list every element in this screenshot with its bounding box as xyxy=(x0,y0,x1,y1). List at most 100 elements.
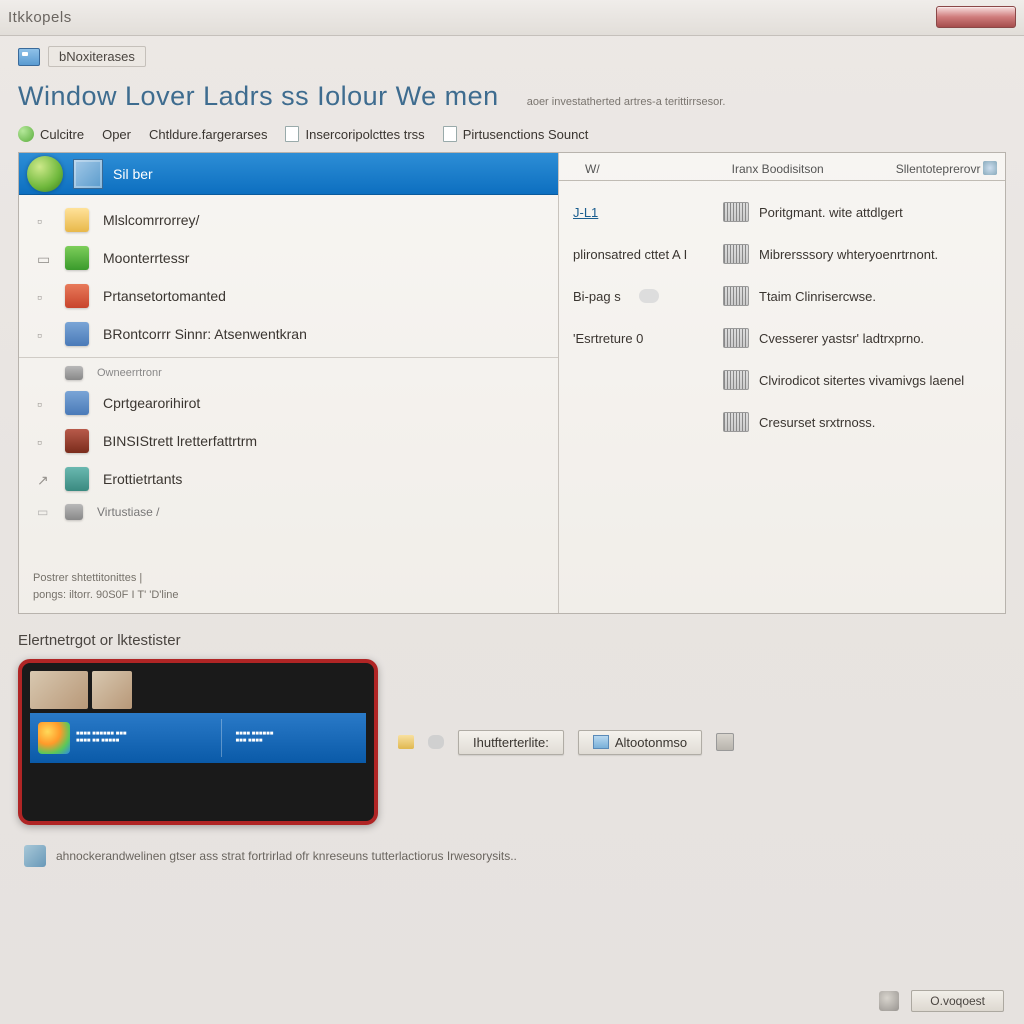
list-item[interactable]: ▫ Mlslcomrrorrey/ xyxy=(19,201,558,239)
toolbar-item-0[interactable]: Culcitre xyxy=(18,126,84,142)
toolbar-item-1[interactable]: Oper xyxy=(102,127,131,142)
link-item[interactable]: Ttaim Clinrisercwse. xyxy=(723,275,991,317)
link-item[interactable]: Cvesserer yastsr' ladtrxprno. xyxy=(723,317,991,359)
item-label: Moonterrtessr xyxy=(103,250,189,266)
list-item[interactable]: Owneerrtronr xyxy=(19,362,558,384)
toolbar-item-4[interactable]: Pirtusenctions Sounct xyxy=(443,126,589,142)
grid-icon xyxy=(723,202,749,222)
bullet-icon: ↗ xyxy=(37,472,51,486)
link-column-left: J-L1 plironsatred cttet A I Bi-pag s 'Es… xyxy=(573,191,723,603)
footer-line: Postrer shtettitonittes | xyxy=(33,570,544,588)
app-green-icon xyxy=(65,246,89,270)
link-item[interactable]: Poritgmant. wite attdlgert xyxy=(723,191,991,233)
link-item[interactable]: Mibrersssory whteryoenrtrnont. xyxy=(723,233,991,275)
gear-icon[interactable] xyxy=(983,161,997,175)
link-label: Poritgmant. wite attdlgert xyxy=(759,205,903,220)
btn-label: Ihutfterterlite: xyxy=(473,735,549,750)
link-label: J-L1 xyxy=(573,205,598,220)
thumb-icon xyxy=(92,671,132,709)
app-teal-icon xyxy=(65,467,89,491)
left-pane: Sil ber ▫Mlslcomrrorrey/ ▭Moonterrtessr … xyxy=(19,153,559,613)
page-title: Window Lover Ladrs ss Iolour We men xyxy=(18,81,499,112)
link-label: plironsatred cttet A I xyxy=(573,247,687,262)
list-item[interactable]: ▭ Moonterrtessr xyxy=(19,239,558,277)
app-icon xyxy=(73,159,103,189)
tab-col2[interactable]: Iranx Boodisitson xyxy=(726,158,830,180)
list-item[interactable]: ▫ BINSIStrett lretterfattrtrm xyxy=(19,422,558,460)
item-list: ▫Mlslcomrrorrey/ ▭Moonterrtessr ▫Prtanse… xyxy=(19,195,558,562)
item-label: BINSIStrett lretterfattrtrm xyxy=(103,433,257,449)
list-item[interactable]: ▫BRontcorrr Sinnr: Atsenwentkran xyxy=(19,315,558,353)
link-column-right: Poritgmant. wite attdlgert Mibrersssory … xyxy=(723,191,991,603)
bullet-icon: ▭ xyxy=(37,251,51,265)
status-text: ahnockerandwelinen gtser ass strat fortr… xyxy=(56,849,517,863)
app-darkred-icon xyxy=(65,429,89,453)
item-label: Prtansetortomanted xyxy=(103,288,226,304)
folder-icon xyxy=(398,735,414,749)
link-label: Mibrersssory whteryoenrtrnont. xyxy=(759,247,938,262)
folder-icon xyxy=(18,48,40,66)
footer-button[interactable]: O.voqoest xyxy=(911,990,1004,1012)
link-item[interactable]: Cresurset srxtrnoss. xyxy=(723,401,991,443)
window-title: Itkkopels xyxy=(8,9,72,26)
app-red-icon xyxy=(65,284,89,308)
breadcrumb-link[interactable]: bNoxiterases xyxy=(48,46,146,67)
app-blue-icon xyxy=(65,391,89,415)
info-icon xyxy=(24,845,46,867)
item-label: Virtustiase / xyxy=(97,505,159,519)
item-label: Mlslcomrrorrey/ xyxy=(103,212,199,228)
preview-thumbnail[interactable]: ■■■■ ■■■■■■ ■■■■■■■ ■■ ■■■■■ ■■■■ ■■■■■■… xyxy=(18,659,378,825)
link-label: Bi-pag s xyxy=(573,289,621,304)
link-label: Clvirodicot sitertes vivamivgs laenel xyxy=(759,373,964,388)
tile-icon xyxy=(593,735,609,749)
thumb-icon xyxy=(30,671,88,709)
globe-icon xyxy=(18,126,34,142)
right-pane: W/ Iranx Boodisitson Sllentoteprerovr J-… xyxy=(559,153,1005,613)
action-button-2[interactable]: Altootonmso xyxy=(578,730,702,755)
preview-row: ■■■■ ■■■■■■ ■■■■■■■ ■■ ■■■■■ ■■■■ ■■■■■■… xyxy=(18,659,1006,825)
link-item[interactable]: J-L1 xyxy=(573,191,723,233)
bullet-icon: ▫ xyxy=(37,434,51,448)
grid-icon xyxy=(723,412,749,432)
toolbar-item-3[interactable]: Insercoripolcttes trss xyxy=(285,126,424,142)
list-item[interactable]: ↗Erottietrtants xyxy=(19,460,558,498)
link-item[interactable]: Clvirodicot sitertes vivamivgs laenel xyxy=(723,359,991,401)
action-buttons: Ihutfterterlite: Altootonmso xyxy=(398,730,734,755)
bullet-icon xyxy=(37,366,51,380)
logo-icon xyxy=(38,722,70,754)
title-row: Window Lover Ladrs ss Iolour We men aoer… xyxy=(18,81,1006,112)
bullet-icon: ▭ xyxy=(37,505,51,519)
bullet-icon: ▫ xyxy=(37,396,51,410)
action-button-1[interactable]: Ihutfterterlite: xyxy=(458,730,564,755)
close-button[interactable] xyxy=(936,6,1016,28)
grid-icon xyxy=(723,244,749,264)
footer-line: pongs: iltorr. 90S0F I T' 'D'line xyxy=(33,587,544,605)
tab-col1[interactable]: W/ xyxy=(579,158,606,180)
bullet-icon: ▫ xyxy=(37,327,51,341)
toolbar-label: Culcitre xyxy=(40,127,84,142)
preview-text: ■■■■ ■■■■■■ ■■■■■■■ ■■ ■■■■■ xyxy=(76,731,207,745)
link-item[interactable]: plironsatred cttet A I xyxy=(573,233,723,275)
toolbar-label: Pirtusenctions Sounct xyxy=(463,127,589,142)
divider xyxy=(221,719,222,757)
toolbar-item-2[interactable]: Chtldure.fargerarses xyxy=(149,127,268,142)
selected-label: Sil ber xyxy=(113,166,153,182)
grid-icon xyxy=(723,370,749,390)
footer-bar: O.voqoest xyxy=(20,990,1004,1012)
toolbar-label: Insercoripolcttes trss xyxy=(305,127,424,142)
bullet-icon: ▫ xyxy=(37,213,51,227)
link-item[interactable]: 'Esrtreture 0 xyxy=(573,317,723,359)
selected-header[interactable]: Sil ber xyxy=(19,153,558,195)
top-section: bNoxiterases Window Lover Ladrs ss Iolou… xyxy=(0,36,1024,152)
list-item[interactable]: ▫Cprtgearorihirot xyxy=(19,384,558,422)
document-icon xyxy=(285,126,299,142)
grid-icon xyxy=(723,328,749,348)
link-item[interactable]: Bi-pag s xyxy=(573,275,723,317)
list-item[interactable]: ▭ Virtustiase / xyxy=(19,498,558,526)
grid-icon xyxy=(723,286,749,306)
list-footer: Postrer shtettitonittes | pongs: iltorr.… xyxy=(19,562,558,613)
app-gray-icon xyxy=(65,504,83,520)
options-button[interactable] xyxy=(716,733,734,751)
list-item[interactable]: ▫Prtansetortomanted xyxy=(19,277,558,315)
tab-col3[interactable]: Sllentoteprerovr xyxy=(890,158,987,180)
